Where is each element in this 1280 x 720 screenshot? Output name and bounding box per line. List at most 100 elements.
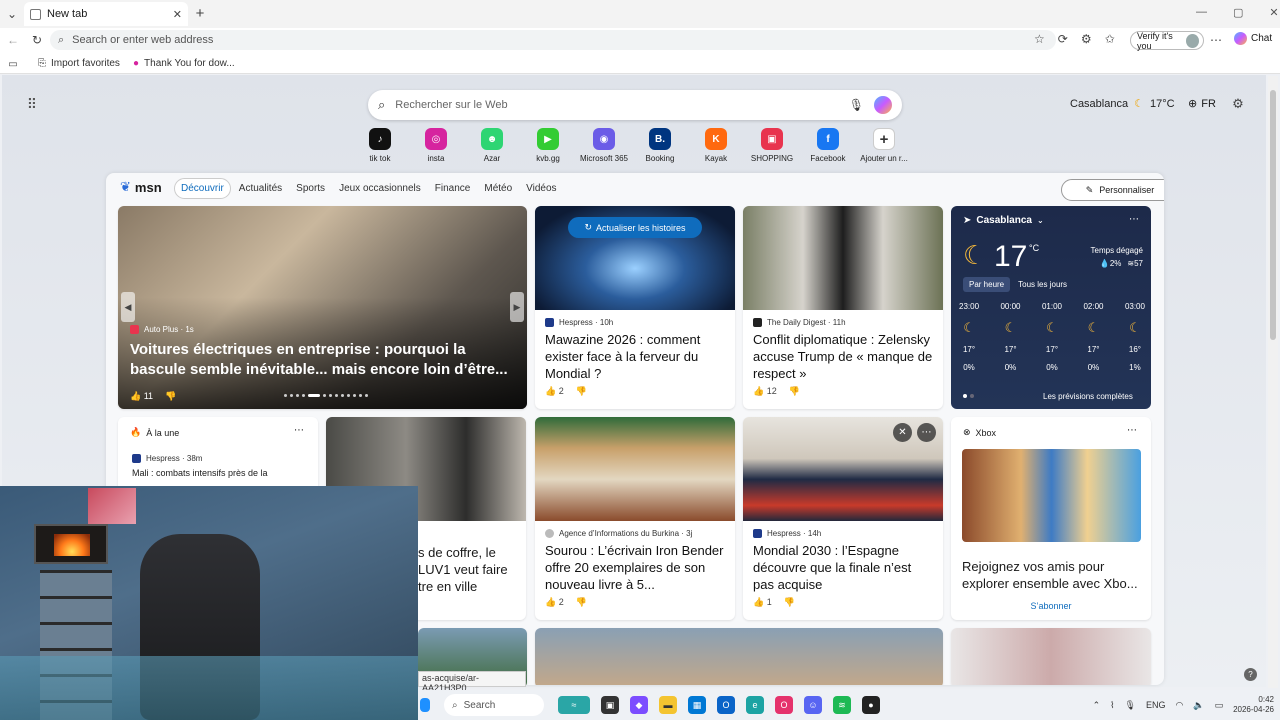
like-button[interactable]: 👍 12 bbox=[753, 386, 777, 397]
back-icon[interactable]: ← bbox=[6, 33, 20, 47]
like-button[interactable]: 👍 1 bbox=[753, 597, 772, 608]
clock[interactable]: 0:42 2026-04-26 bbox=[1233, 695, 1274, 715]
collections-icon[interactable]: ✩ bbox=[1105, 32, 1115, 46]
taskbar-search[interactable]: ⌕ Search bbox=[444, 694, 544, 716]
network-icon[interactable]: ⌇ bbox=[1110, 700, 1114, 711]
weather-widget[interactable]: ➤ Casablanca ⌄ ⋯ ☾ 17 °C Temps dégagé 💧2… bbox=[951, 206, 1151, 409]
shortcut-2[interactable]: ☻ Azar bbox=[464, 128, 520, 163]
opera-icon[interactable]: O bbox=[775, 696, 793, 714]
settings-sync-icon[interactable]: ⚙ bbox=[1081, 32, 1092, 46]
shortcut-9[interactable]: + Ajouter un r... bbox=[856, 128, 912, 163]
msn-logo[interactable]: ❦ msn bbox=[120, 179, 162, 195]
weather-summary[interactable]: Casablanca ☾ 17°C bbox=[1070, 97, 1175, 111]
msn-tab-0[interactable]: Découvrir bbox=[174, 178, 231, 199]
more-menu-icon[interactable]: ⋯ bbox=[1210, 33, 1222, 47]
news-card-sourou[interactable]: Agence d’Informations du Burkina · 3j So… bbox=[535, 417, 735, 620]
start-windows-icon[interactable] bbox=[420, 698, 430, 712]
refresh-icon[interactable]: ↻ bbox=[30, 33, 44, 47]
weather-location[interactable]: ➤ Casablanca ⌄ bbox=[963, 215, 1044, 226]
shortcut-0[interactable]: ♪ tik tok bbox=[352, 128, 408, 163]
obs-icon[interactable]: ● bbox=[862, 696, 880, 714]
tray-chevron-up-icon[interactable]: ⌃ bbox=[1093, 700, 1101, 711]
volume-icon[interactable]: 🔈 bbox=[1193, 700, 1204, 711]
shortcut-7[interactable]: ▣ SHOPPING bbox=[744, 128, 800, 163]
maximize-icon[interactable]: ▢ bbox=[1233, 6, 1243, 19]
msn-tab-3[interactable]: Jeux occasionnels bbox=[333, 179, 427, 198]
lang-indicator[interactable]: ENG bbox=[1146, 700, 1166, 710]
news-card-football-image[interactable] bbox=[535, 628, 943, 685]
msn-tab-1[interactable]: Actualités bbox=[233, 179, 288, 198]
xbox-promo-card[interactable]: ⊗ Xbox ⋯ Rejoignez vos amis pour explore… bbox=[951, 417, 1151, 620]
battery-icon[interactable]: ▭ bbox=[1215, 700, 1224, 711]
dislike-icon[interactable]: 👎 bbox=[165, 391, 176, 402]
shortcut-1[interactable]: ◎ insta bbox=[408, 128, 464, 163]
dislike-icon[interactable]: 👎 bbox=[789, 386, 800, 397]
story-more-icon[interactable]: ⋯ bbox=[917, 423, 936, 442]
msn-tab-5[interactable]: Météo bbox=[478, 179, 518, 198]
page-settings-gear-icon[interactable]: ⚙ bbox=[1231, 96, 1245, 111]
edge-icon[interactable]: e bbox=[746, 696, 764, 714]
like-button[interactable]: 👍 11 bbox=[130, 391, 153, 402]
shortcut-4[interactable]: ◉ Microsoft 365 bbox=[576, 128, 632, 163]
favorite-import[interactable]: ⎘ Import favorites bbox=[38, 58, 120, 69]
language-selector[interactable]: ⊕ FR bbox=[1188, 97, 1216, 111]
weather-more-icon[interactable]: ⋯ bbox=[1129, 214, 1139, 225]
close-tab-icon[interactable]: ✕ bbox=[173, 8, 182, 21]
verify-button[interactable]: Verify it's you bbox=[1130, 31, 1204, 51]
like-button[interactable]: 👍 2 bbox=[545, 597, 564, 608]
mic-icon[interactable]: 🎙 bbox=[1125, 700, 1136, 711]
spotify-icon[interactable]: ≋ bbox=[833, 696, 851, 714]
top-story-headline[interactable]: Mali : combats intensifs près de la bbox=[132, 468, 308, 478]
copilot-search-icon[interactable] bbox=[874, 96, 892, 114]
address-input[interactable]: ⌕ Search or enter web address bbox=[50, 30, 1056, 50]
like-button[interactable]: 👍 2 bbox=[545, 386, 564, 397]
outlook-icon[interactable]: O bbox=[717, 696, 735, 714]
hourly-tab[interactable]: Par heure bbox=[963, 277, 1011, 292]
hero-card[interactable]: ◀ ▶ Auto Plus · 1s Voitures électriques … bbox=[118, 206, 527, 409]
carousel-prev-icon[interactable]: ◀ bbox=[121, 292, 135, 322]
close-window-icon[interactable]: ✕ bbox=[1269, 6, 1278, 19]
task-view-icon[interactable]: ▣ bbox=[601, 696, 619, 714]
extensions-icon[interactable]: ⟳ bbox=[1058, 32, 1068, 46]
apps-grid-icon[interactable]: ⠿ bbox=[24, 96, 40, 112]
news-card-mondial-2030[interactable]: ✕ ⋯ Hespress · 14h Mondial 2030 : l’Espa… bbox=[743, 417, 943, 620]
discord-icon[interactable]: ☺ bbox=[804, 696, 822, 714]
scrollbar-thumb[interactable] bbox=[1270, 90, 1276, 340]
favorite-thank-you[interactable]: ● Thank You for dow... bbox=[133, 58, 235, 69]
news-card-zelensky[interactable]: The Daily Digest · 11h Conflit diplomati… bbox=[743, 206, 943, 409]
carousel-next-icon[interactable]: ▶ bbox=[510, 292, 524, 322]
subscribe-link[interactable]: S’abonner bbox=[951, 601, 1151, 611]
refresh-stories-button[interactable]: ↻ Actualiser les histoires bbox=[568, 217, 702, 238]
tab-new-tab[interactable]: New tab ✕ bbox=[24, 2, 188, 26]
xbox-more-icon[interactable]: ⋯ bbox=[1127, 425, 1137, 436]
tab-list-chevron-icon[interactable]: ⌄ bbox=[4, 6, 20, 22]
hide-story-close-icon[interactable]: ✕ bbox=[893, 423, 912, 442]
page-scrollbar[interactable] bbox=[1268, 76, 1278, 688]
dislike-icon[interactable]: 👎 bbox=[576, 597, 587, 608]
new-tab-plus-icon[interactable]: + bbox=[192, 5, 208, 22]
copilot-chat-button[interactable]: Chat bbox=[1234, 32, 1272, 45]
dislike-icon[interactable]: 👎 bbox=[576, 386, 587, 397]
widgets-icon[interactable]: ≈ bbox=[558, 696, 590, 714]
web-search-box[interactable]: ⌕ Rechercher sur le Web 🎙 bbox=[368, 90, 902, 120]
microphone-icon[interactable]: 🎙 bbox=[849, 98, 864, 112]
favorite-star-icon[interactable]: ☆ bbox=[1034, 32, 1045, 46]
daily-tab[interactable]: Tous les jours bbox=[1012, 277, 1073, 292]
shortcut-5[interactable]: B. Booking bbox=[632, 128, 688, 163]
msn-tab-4[interactable]: Finance bbox=[429, 179, 477, 198]
shortcut-3[interactable]: ▶ kvb.gg bbox=[520, 128, 576, 163]
msn-tab-2[interactable]: Sports bbox=[290, 179, 331, 198]
news-card-players-image[interactable] bbox=[951, 628, 1151, 685]
personalize-button[interactable]: ✎ Personnaliser bbox=[1061, 179, 1164, 201]
full-forecast-link[interactable]: Les prévisions complètes bbox=[1043, 392, 1133, 401]
minimize-icon[interactable]: — bbox=[1196, 6, 1207, 19]
file-explorer-icon[interactable]: ▬ bbox=[659, 696, 677, 714]
msn-tab-6[interactable]: Vidéos bbox=[520, 179, 562, 198]
shortcut-6[interactable]: K Kayak bbox=[688, 128, 744, 163]
dislike-icon[interactable]: 👎 bbox=[784, 597, 795, 608]
store-icon[interactable]: ▦ bbox=[688, 696, 706, 714]
help-icon[interactable]: ? bbox=[1244, 668, 1257, 681]
shortcut-8[interactable]: f Facebook bbox=[800, 128, 856, 163]
sidebar-toggle-icon[interactable]: ▭ bbox=[6, 57, 20, 71]
wifi-icon[interactable]: ◠ bbox=[1175, 700, 1183, 711]
